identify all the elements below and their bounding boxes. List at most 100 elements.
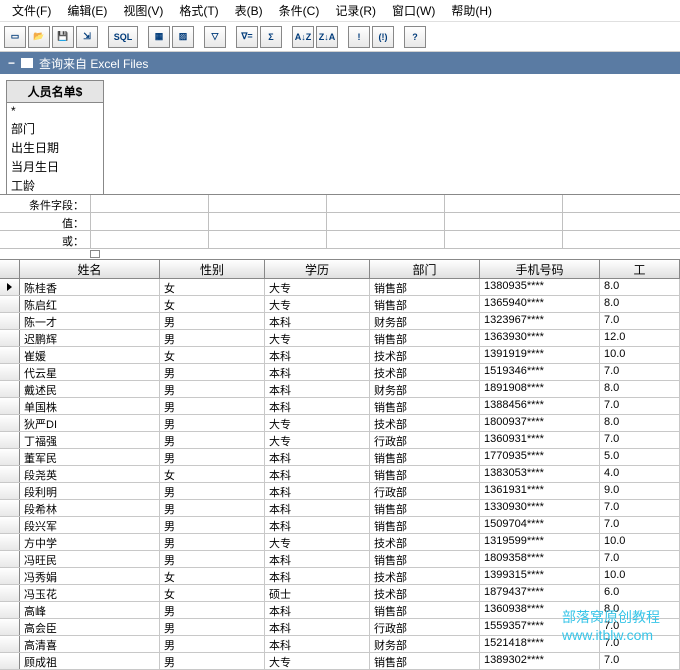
cell[interactable]: 技术部 bbox=[370, 364, 480, 380]
row-header[interactable] bbox=[0, 449, 20, 465]
cell[interactable]: 1383053**** bbox=[480, 466, 600, 482]
cell[interactable]: 1363930**** bbox=[480, 330, 600, 346]
cell[interactable]: 大专 bbox=[265, 653, 370, 669]
row-header[interactable] bbox=[0, 466, 20, 482]
cell[interactable]: 男 bbox=[160, 483, 265, 499]
table-row[interactable]: 崔媛女本科技术部1391919****10.0 bbox=[0, 347, 680, 364]
cell[interactable]: 财务部 bbox=[370, 381, 480, 397]
row-header[interactable] bbox=[0, 534, 20, 550]
cell[interactable]: 9.0 bbox=[600, 483, 680, 499]
cell[interactable]: 本科 bbox=[265, 313, 370, 329]
open-icon[interactable]: 📂 bbox=[28, 26, 50, 48]
collapse-icon[interactable]: − bbox=[8, 56, 15, 70]
cell[interactable]: 10.0 bbox=[600, 347, 680, 363]
cell[interactable]: 销售部 bbox=[370, 517, 480, 533]
cell[interactable]: 高峰 bbox=[20, 602, 160, 618]
col-sex[interactable]: 性别 bbox=[160, 260, 265, 278]
menu-item[interactable]: 帮助(H) bbox=[443, 0, 500, 21]
cell[interactable]: 本科 bbox=[265, 364, 370, 380]
cell[interactable]: 大专 bbox=[265, 296, 370, 312]
menu-item[interactable]: 编辑(E) bbox=[59, 0, 115, 21]
row-header[interactable] bbox=[0, 500, 20, 516]
table-row[interactable]: 冯玉花女硕士技术部1879437****6.0 bbox=[0, 585, 680, 602]
cell[interactable]: 本科 bbox=[265, 517, 370, 533]
cell[interactable]: 男 bbox=[160, 381, 265, 397]
row-header-corner[interactable] bbox=[0, 260, 20, 278]
table-row[interactable]: 高清喜男本科财务部1521418****7.0 bbox=[0, 636, 680, 653]
menu-item[interactable]: 记录(R) bbox=[327, 0, 384, 21]
field-item[interactable]: 部门 bbox=[7, 119, 103, 138]
cell[interactable]: 男 bbox=[160, 517, 265, 533]
cell[interactable]: 1360938**** bbox=[480, 602, 600, 618]
cell[interactable]: 段兴军 bbox=[20, 517, 160, 533]
cell[interactable]: 本科 bbox=[265, 551, 370, 567]
cell[interactable]: 崔媛 bbox=[20, 347, 160, 363]
cell[interactable]: 技术部 bbox=[370, 415, 480, 431]
cell[interactable]: 本科 bbox=[265, 347, 370, 363]
cell[interactable]: 代云星 bbox=[20, 364, 160, 380]
cell[interactable]: 本科 bbox=[265, 483, 370, 499]
cell[interactable]: 方中学 bbox=[20, 534, 160, 550]
cell[interactable]: 女 bbox=[160, 585, 265, 601]
field-item[interactable]: 当月生日 bbox=[7, 157, 103, 176]
cell[interactable]: 7.0 bbox=[600, 653, 680, 669]
cell[interactable]: 男 bbox=[160, 653, 265, 669]
params-icon[interactable]: (!) bbox=[372, 26, 394, 48]
run-icon[interactable]: ! bbox=[348, 26, 370, 48]
cell[interactable]: 销售部 bbox=[370, 551, 480, 567]
cell[interactable]: 行政部 bbox=[370, 619, 480, 635]
sort-asc-icon[interactable]: A↓Z bbox=[292, 26, 314, 48]
cell[interactable]: 1399315**** bbox=[480, 568, 600, 584]
col-phone[interactable]: 手机号码 bbox=[480, 260, 600, 278]
row-header[interactable] bbox=[0, 432, 20, 448]
cell[interactable]: 大专 bbox=[265, 534, 370, 550]
cell[interactable]: 1800937**** bbox=[480, 415, 600, 431]
menu-item[interactable]: 格式(T) bbox=[171, 0, 226, 21]
cell[interactable]: 董军民 bbox=[20, 449, 160, 465]
cell[interactable]: 迟鹏辉 bbox=[20, 330, 160, 346]
cell[interactable]: 男 bbox=[160, 364, 265, 380]
cell[interactable]: 陈桂香 bbox=[20, 279, 160, 295]
cell[interactable]: 1519346**** bbox=[480, 364, 600, 380]
criteria-value-cells[interactable] bbox=[90, 213, 680, 230]
table-row[interactable]: 冯秀娟女本科技术部1399315****10.0 bbox=[0, 568, 680, 585]
cell[interactable]: 本科 bbox=[265, 500, 370, 516]
cell[interactable]: 1365940**** bbox=[480, 296, 600, 312]
cell[interactable]: 8.0 bbox=[600, 279, 680, 295]
cell[interactable]: 技术部 bbox=[370, 534, 480, 550]
cell[interactable]: 4.0 bbox=[600, 466, 680, 482]
field-item[interactable]: 工龄 bbox=[7, 176, 103, 195]
cell[interactable]: 男 bbox=[160, 449, 265, 465]
cell[interactable]: 1809358**** bbox=[480, 551, 600, 567]
row-header[interactable] bbox=[0, 364, 20, 380]
cell[interactable]: 本科 bbox=[265, 619, 370, 635]
cell[interactable]: 本科 bbox=[265, 449, 370, 465]
table-row[interactable]: 冯旺民男本科销售部1809358****7.0 bbox=[0, 551, 680, 568]
cell[interactable]: 硕士 bbox=[265, 585, 370, 601]
table-row[interactable]: 高会臣男本科行政部1559357****7.0 bbox=[0, 619, 680, 636]
splitter-handle[interactable] bbox=[90, 250, 100, 258]
cell[interactable]: 女 bbox=[160, 296, 265, 312]
cell[interactable]: 本科 bbox=[265, 602, 370, 618]
cell[interactable]: 男 bbox=[160, 636, 265, 652]
cell[interactable]: 5.0 bbox=[600, 449, 680, 465]
table-row[interactable]: 单国株男本科销售部1388456****7.0 bbox=[0, 398, 680, 415]
cell[interactable]: 10.0 bbox=[600, 568, 680, 584]
table-row[interactable]: 顾成祖男大专销售部1389302****7.0 bbox=[0, 653, 680, 670]
cell[interactable]: 7.0 bbox=[600, 364, 680, 380]
cell[interactable]: 10.0 bbox=[600, 534, 680, 550]
cell[interactable]: 销售部 bbox=[370, 296, 480, 312]
menu-item[interactable]: 条件(C) bbox=[271, 0, 328, 21]
cell[interactable]: 1879437**** bbox=[480, 585, 600, 601]
cell[interactable]: 男 bbox=[160, 415, 265, 431]
cell[interactable]: 技术部 bbox=[370, 585, 480, 601]
cell[interactable]: 销售部 bbox=[370, 466, 480, 482]
cell[interactable]: 销售部 bbox=[370, 602, 480, 618]
cell[interactable]: 8.0 bbox=[600, 415, 680, 431]
row-header[interactable] bbox=[0, 313, 20, 329]
cell[interactable]: 女 bbox=[160, 279, 265, 295]
export-icon[interactable]: ⇲ bbox=[76, 26, 98, 48]
row-header[interactable] bbox=[0, 347, 20, 363]
cell[interactable]: 12.0 bbox=[600, 330, 680, 346]
cell[interactable]: 本科 bbox=[265, 636, 370, 652]
